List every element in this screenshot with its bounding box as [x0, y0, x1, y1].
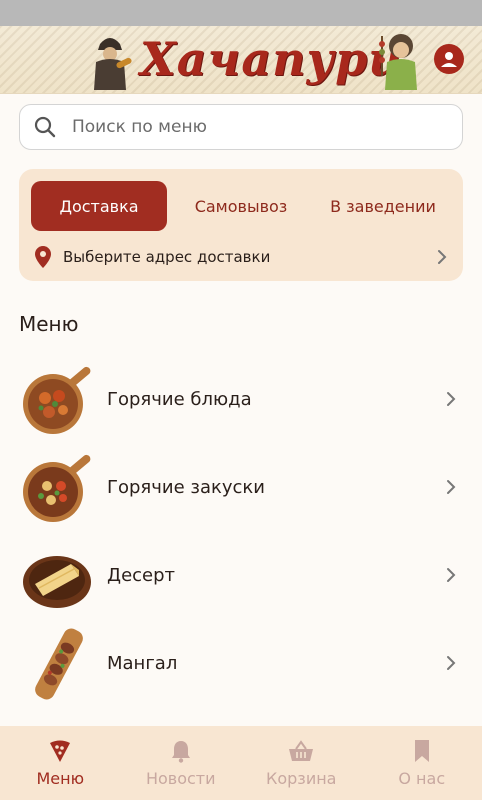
bookmark-icon: [414, 739, 429, 762]
nav-label: О нас: [398, 768, 446, 788]
menu-category-grill[interactable]: Мангал: [0, 619, 482, 707]
chef-figure-icon: [379, 34, 417, 90]
nav-label: Корзина: [266, 768, 337, 788]
basket-icon: [289, 739, 314, 761]
menu-category-hot-appetizers[interactable]: Горячие закуски: [0, 443, 482, 531]
profile-button[interactable]: [434, 44, 464, 74]
chevron-right-icon: [447, 480, 456, 494]
dessert-thumb: [23, 556, 91, 608]
bell-icon: [171, 740, 190, 763]
menu-category-label: Десерт: [107, 564, 176, 586]
status-bar: [0, 0, 482, 26]
menu-category-label: Горячие блюда: [107, 388, 252, 410]
chevron-right-icon: [447, 568, 456, 582]
app-header: Хачапури: [0, 26, 482, 94]
address-selector[interactable]: Выберите адрес доставки: [35, 245, 447, 269]
nav-label: Новости: [145, 768, 216, 788]
menu-category-dessert[interactable]: Десерт: [0, 531, 482, 619]
tab-delivery[interactable]: Доставка: [31, 181, 167, 231]
menu-category-list: Горячие блюда Горячие закуски Десерт Ман…: [0, 355, 482, 707]
user-circle-icon: [441, 52, 457, 67]
tab-dine-in[interactable]: В заведении: [315, 181, 451, 231]
menu-category-label: Горячие закуски: [107, 476, 265, 498]
nav-label: Меню: [36, 768, 85, 788]
hot-appetizer-thumb: [23, 454, 91, 522]
chevron-right-icon: [447, 392, 456, 406]
tab-pickup[interactable]: Самовывоз: [177, 181, 305, 231]
nav-news[interactable]: Новости: [121, 726, 242, 800]
location-pin-icon: [35, 246, 51, 268]
menu-section-title: Меню: [19, 312, 79, 336]
nav-cart[interactable]: Корзина: [241, 726, 362, 800]
grill-thumb: [35, 628, 83, 700]
address-prompt: Выберите адрес доставки: [63, 248, 271, 266]
nav-menu[interactable]: Меню: [0, 726, 121, 800]
pizza-slice-icon: [50, 740, 71, 762]
nav-about[interactable]: О нас: [362, 726, 482, 800]
bottom-navigation: Меню Новости Корзина О нас: [0, 726, 482, 800]
menu-category-label: Мангал: [107, 652, 178, 674]
delivery-options-card: Доставка Самовывоз В заведении Выберите …: [19, 169, 463, 281]
app-logo: Хачапури: [140, 32, 403, 86]
search-input[interactable]: [72, 117, 412, 137]
hot-dish-thumb: [23, 366, 91, 434]
chevron-right-icon: [438, 250, 447, 264]
menu-category-hot-dishes[interactable]: Горячие блюда: [0, 355, 482, 443]
delivery-tabs: Доставка Самовывоз В заведении: [31, 181, 451, 231]
chevron-right-icon: [447, 656, 456, 670]
search-icon: [34, 116, 56, 138]
search-bar[interactable]: [19, 104, 463, 150]
highlander-figure-icon: [94, 38, 132, 90]
